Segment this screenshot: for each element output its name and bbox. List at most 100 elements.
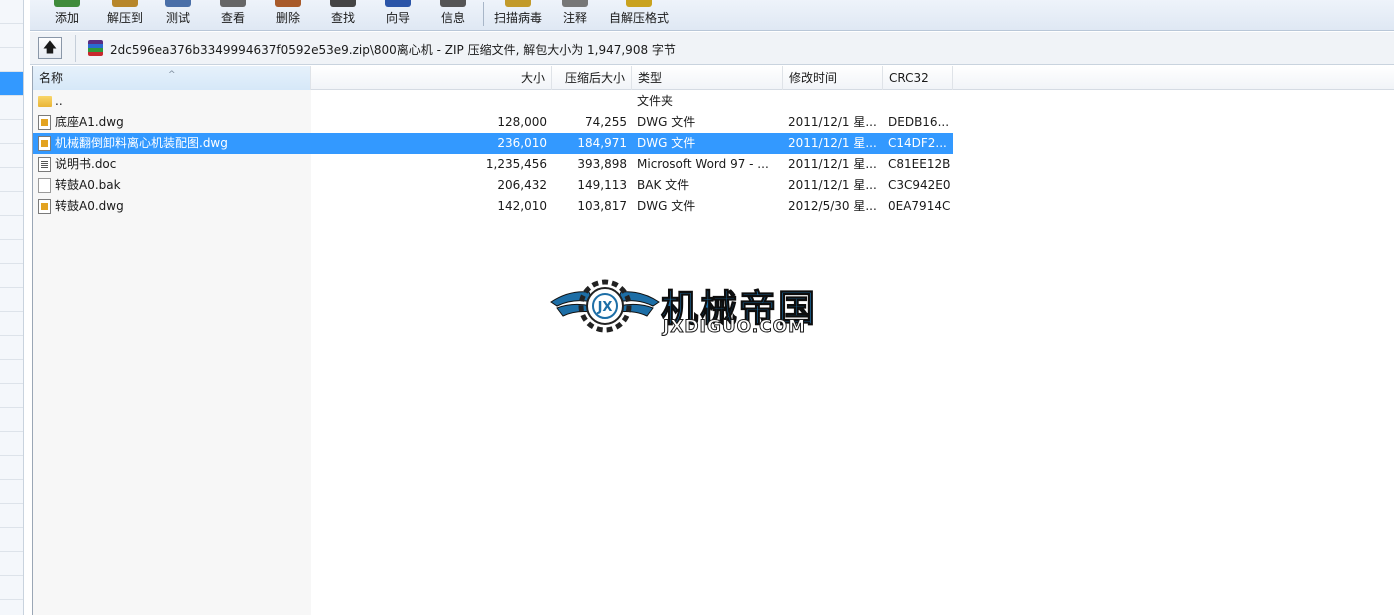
info-icon xyxy=(440,0,466,7)
strip-cell xyxy=(0,264,23,288)
sfx-button-label: 自解压格式 xyxy=(608,11,669,25)
info-button-label: 信息 xyxy=(440,11,465,25)
test-icon xyxy=(165,0,191,7)
adjacent-window-strip xyxy=(0,0,24,615)
strip-cell xyxy=(0,192,23,216)
file-crc: 0EA7914C xyxy=(888,199,950,213)
strip-cell xyxy=(0,120,23,144)
dwg-file-icon xyxy=(38,115,51,130)
sfx-icon xyxy=(626,0,652,7)
file-name: 机械翻倒卸料离心机装配图.dwg xyxy=(55,136,228,150)
find-button-label: 查找 xyxy=(330,11,355,25)
file-packed-size: 184,971 xyxy=(577,136,627,150)
strip-cell xyxy=(0,504,23,528)
watermark-logo: JX 机械帝国 JXDIGUO.COM xyxy=(549,272,845,340)
file-crc: C3C942E0 xyxy=(888,178,950,192)
test-button[interactable]: 测试 xyxy=(155,0,201,31)
view-icon xyxy=(220,0,246,7)
file-type: DWG 文件 xyxy=(637,115,696,129)
file-row[interactable]: 底座A1.dwg 128,000 74,255 DWG 文件 2011/12/1… xyxy=(33,112,953,133)
file-modified: 2011/12/1 星... xyxy=(788,178,877,192)
address-path[interactable]: 2dc596ea376b3349994637f0592e53e9.zip\800… xyxy=(110,41,676,58)
strip-cell xyxy=(0,552,23,576)
wizard-icon xyxy=(385,0,411,7)
delete-icon xyxy=(275,0,301,7)
file-packed-size: 149,113 xyxy=(577,178,627,192)
strip-cell xyxy=(0,480,23,504)
test-button-label: 测试 xyxy=(165,11,190,25)
extract-to-button-label: 解压到 xyxy=(106,11,143,25)
delete-button[interactable]: 删除 xyxy=(265,0,311,31)
file-modified: 2011/12/1 星... xyxy=(788,157,877,171)
toolbar-separator xyxy=(483,2,484,26)
file-row[interactable]: .. 文件夹 xyxy=(33,91,953,112)
column-header-packed-label: 压缩后大小 xyxy=(564,71,625,85)
dwg-file-icon xyxy=(38,199,51,214)
up-arrow-icon: 🡅 xyxy=(42,40,58,56)
strip-cell xyxy=(0,360,23,384)
strip-cell xyxy=(0,312,23,336)
delete-button-label: 删除 xyxy=(275,11,300,25)
file-name: 转鼓A0.bak xyxy=(55,178,121,192)
strip-cell xyxy=(0,528,23,552)
virus-scan-button[interactable]: 扫描病毒 xyxy=(490,0,546,31)
column-header-size[interactable]: 大小 xyxy=(311,66,552,90)
file-size: 142,010 xyxy=(497,199,547,213)
strip-cell xyxy=(0,576,23,600)
file-name: 转鼓A0.dwg xyxy=(55,199,124,213)
comment-button[interactable]: 注释 xyxy=(552,0,598,31)
find-icon xyxy=(330,0,356,7)
sort-ascending-icon: ^ xyxy=(168,70,176,80)
file-size: 1,235,456 xyxy=(485,157,547,171)
column-header-modified-label: 修改时间 xyxy=(789,71,838,85)
bak-file-icon xyxy=(38,178,51,193)
add-button-label: 添加 xyxy=(54,11,79,25)
file-row[interactable]: 转鼓A0.dwg 142,010 103,817 DWG 文件 2012/5/3… xyxy=(33,196,953,217)
add-icon xyxy=(54,0,80,7)
folder-icon xyxy=(38,96,52,107)
find-button[interactable]: 查找 xyxy=(320,0,366,31)
sfx-button[interactable]: 自解压格式 xyxy=(606,0,672,31)
archive-icon xyxy=(88,40,103,56)
extract-to-button[interactable]: 解压到 xyxy=(99,0,151,31)
wizard-button[interactable]: 向导 xyxy=(375,0,421,31)
comment-button-label: 注释 xyxy=(562,11,587,25)
strip-cell xyxy=(0,456,23,480)
strip-cell xyxy=(0,168,23,192)
add-button[interactable]: 添加 xyxy=(44,0,90,31)
comment-icon xyxy=(562,0,588,7)
column-header-crc[interactable]: CRC32 xyxy=(883,66,953,90)
file-list[interactable]: 名称 ^ 大小 压缩后大小 类型 修改时间 CRC32 .. 文件夹 底座A1.… xyxy=(32,66,1394,615)
info-button[interactable]: 信息 xyxy=(430,0,476,31)
toolbar: 添加 解压到 测试 查看 删除 查找 向导 信息 扫描病毒 注释 自解压格式 xyxy=(30,0,1394,31)
file-row[interactable]: 转鼓A0.bak 206,432 149,113 BAK 文件 2011/12/… xyxy=(33,175,953,196)
file-crc xyxy=(888,91,950,112)
strip-cell xyxy=(0,216,23,240)
column-header-packed[interactable]: 压缩后大小 xyxy=(552,66,632,90)
strip-cell xyxy=(0,408,23,432)
gear-wings-icon: JX xyxy=(550,279,660,333)
strip-cell xyxy=(0,288,23,312)
view-button-label: 查看 xyxy=(220,11,245,25)
file-name: 说明书.doc xyxy=(55,157,117,171)
file-row-selected[interactable]: 机械翻倒卸料离心机装配图.dwg 236,010 184,971 DWG 文件 … xyxy=(33,133,953,154)
column-header-modified[interactable]: 修改时间 xyxy=(783,66,883,90)
file-type: BAK 文件 xyxy=(637,178,690,192)
strip-cell xyxy=(0,48,23,72)
file-crc: DEDB16... xyxy=(888,115,950,129)
strip-cell xyxy=(0,432,23,456)
column-header-name[interactable]: 名称 ^ xyxy=(33,66,311,90)
up-folder-button[interactable]: 🡅 xyxy=(38,37,62,59)
wizard-button-label: 向导 xyxy=(385,11,410,25)
column-header: 名称 ^ 大小 压缩后大小 类型 修改时间 CRC32 xyxy=(33,66,1394,90)
view-button[interactable]: 查看 xyxy=(210,0,256,31)
column-header-type-label: 类型 xyxy=(638,71,663,85)
file-packed-size: 74,255 xyxy=(585,115,627,129)
strip-cell-selected xyxy=(0,72,23,96)
address-bar: 🡅 2dc596ea376b3349994637f0592e53e9.zip\8… xyxy=(30,32,1394,65)
file-modified: 2011/12/1 星... xyxy=(788,136,877,150)
column-header-type[interactable]: 类型 xyxy=(632,66,783,90)
file-name: 底座A1.dwg xyxy=(55,115,124,129)
strip-cell xyxy=(0,384,23,408)
file-row[interactable]: 说明书.doc 1,235,456 393,898 Microsoft Word… xyxy=(33,154,953,175)
